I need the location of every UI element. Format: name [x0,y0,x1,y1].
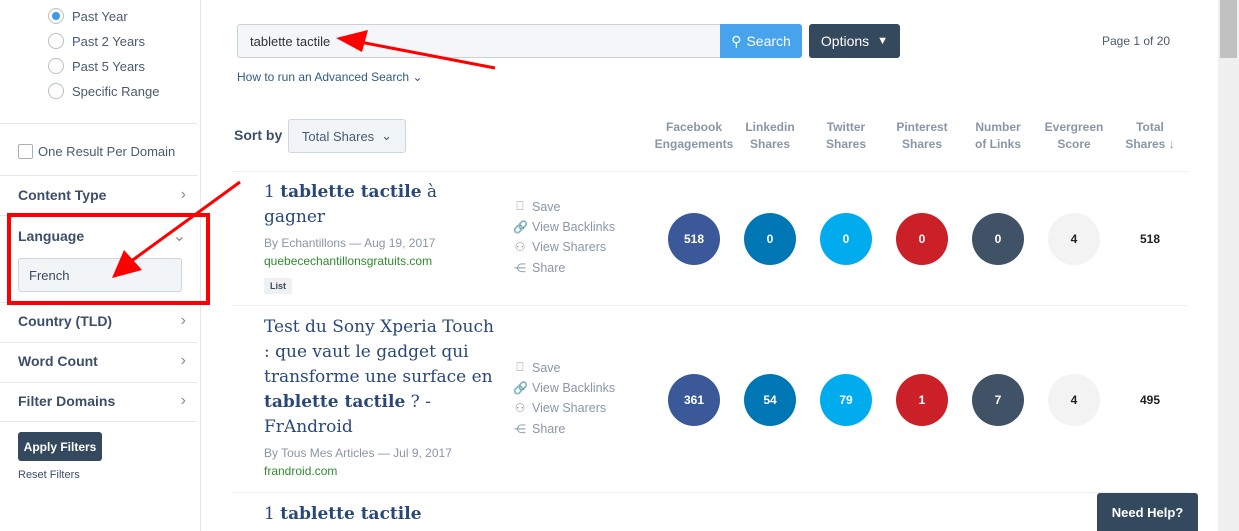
bookmark-icon: ⎕ [516,360,524,374]
scrollbar[interactable] [1218,0,1239,531]
linkedin-count-badge: 0 [744,213,796,265]
action-save[interactable]: ⎕ Save [513,360,560,375]
action-view-backlinks[interactable]: 🔗 View Backlinks [513,381,615,395]
section-content-type[interactable]: Content Type › [18,186,186,204]
divider [0,302,197,303]
radio-past-5-years[interactable]: Past 5 Years [48,58,145,74]
divider [232,305,1187,306]
pinterest-count-badge: 1 [896,374,948,426]
section-language[interactable]: Language ⌄ [18,226,186,246]
divider [0,342,197,343]
column-header[interactable]: Facebook Engagements [654,119,734,153]
result-domain-link[interactable]: frandroid.com [264,464,337,478]
evergreen-count-badge: 4 [1048,213,1100,265]
result-tag: List [264,278,293,294]
chevron-right-icon: › [180,312,186,329]
links-count-badge: 7 [972,374,1024,426]
section-word-count[interactable]: Word Count › [18,352,186,370]
chevron-right-icon: › [180,352,186,369]
divider [232,492,1187,493]
action-view-backlinks[interactable]: 🔗 View Backlinks [513,220,615,234]
chevron-right-icon: › [180,186,186,203]
options-button[interactable]: Options ▼ [809,24,900,58]
action-share[interactable]: ⋲ Share [513,261,565,275]
radio-specific-range[interactable]: Specific Range [48,83,159,99]
action-save[interactable]: ⎕ Save [513,199,560,214]
divider [0,215,197,216]
scrollbar-thumb[interactable] [1220,0,1237,58]
divider [0,175,197,176]
link-icon: 🔗 [513,219,528,234]
radio-icon [48,33,64,49]
result-title-link[interactable]: 1 tablette tactile à gagner [264,180,494,230]
radio-icon [48,83,64,99]
search-button[interactable]: ⚲ Search [720,24,802,58]
user-icon: ⚇ [514,240,526,254]
action-share[interactable]: ⋲ Share [513,422,565,436]
sort-label: Sort by [234,127,283,143]
result-title-link[interactable]: 1 tablette tactile [264,502,494,527]
links-count-badge: 0 [972,213,1024,265]
language-input[interactable]: French [18,258,182,292]
divider [232,171,1187,172]
pinterest-count-badge: 0 [896,213,948,265]
chevron-down-icon: ⌄ [381,128,393,143]
advanced-search-link[interactable]: How to run an Advanced Search ⌄ [237,70,423,84]
result-domain-link[interactable]: quebecechantillonsgratuits.com [264,254,432,268]
share-icon: ⋲ [514,421,526,436]
radio-icon [48,58,64,74]
action-view-sharers[interactable]: ⚇ View Sharers [513,240,607,254]
radio-past-year[interactable]: Past Year [48,8,128,24]
radio-past-2-years[interactable]: Past 2 Years [48,33,145,49]
facebook-count-badge: 518 [668,213,720,265]
filter-sidebar: Past Year Past 2 Years Past 5 Years Spec… [0,0,201,531]
column-header[interactable]: Twitter Shares [806,119,886,153]
chevron-down-icon: ⌄ [172,228,186,245]
result-title-link[interactable]: Test du Sony Xperia Touch : que vaut le … [264,315,494,440]
linkedin-count-badge: 54 [744,374,796,426]
result-meta: By Echantillons — Aug 19, 2017 [264,236,436,250]
user-icon: ⚇ [514,401,526,415]
twitter-count-badge: 0 [820,213,872,265]
column-header[interactable]: Linkedin Shares [730,119,810,153]
column-header[interactable]: Number of Links [958,119,1038,153]
one-result-per-domain-checkbox[interactable]: One Result Per Domain [18,144,175,159]
divider [0,421,197,422]
column-header[interactable]: Evergreen Score [1034,119,1114,153]
bookmark-icon: ⎕ [516,199,524,213]
section-filter-domains[interactable]: Filter Domains › [18,392,186,410]
search-icon: ⚲ [731,32,742,49]
need-help-button[interactable]: Need Help? [1097,493,1198,531]
page-indicator: Page 1 of 20 [1102,34,1171,48]
share-icon: ⋲ [514,260,526,275]
caret-down-icon: ▼ [877,35,889,47]
reset-filters-link[interactable]: Reset Filters [18,469,80,481]
result-meta: By Tous Mes Articles — Jul 9, 2017 [264,446,452,460]
column-header[interactable]: Total Shares ↓ [1110,119,1190,153]
apply-filters-button[interactable]: Apply Filters [18,432,102,461]
total-shares: 518 [1139,232,1161,246]
twitter-count-badge: 79 [820,374,872,426]
chevron-down-icon: ⌄ [412,70,423,84]
facebook-count-badge: 361 [668,374,720,426]
sort-select[interactable]: Total Shares ⌄ [288,119,406,153]
evergreen-count-badge: 4 [1048,374,1100,426]
section-country[interactable]: Country (TLD) › [18,312,186,330]
checkbox-icon [18,144,33,159]
divider [0,382,197,383]
link-icon: 🔗 [513,380,528,395]
chevron-right-icon: › [180,392,186,409]
column-header[interactable]: Pinterest Shares [882,119,962,153]
divider [0,123,197,124]
search-input[interactable]: tablette tactile [237,24,721,58]
total-shares: 495 [1139,393,1161,407]
radio-icon [48,8,64,24]
action-view-sharers[interactable]: ⚇ View Sharers [513,401,607,415]
